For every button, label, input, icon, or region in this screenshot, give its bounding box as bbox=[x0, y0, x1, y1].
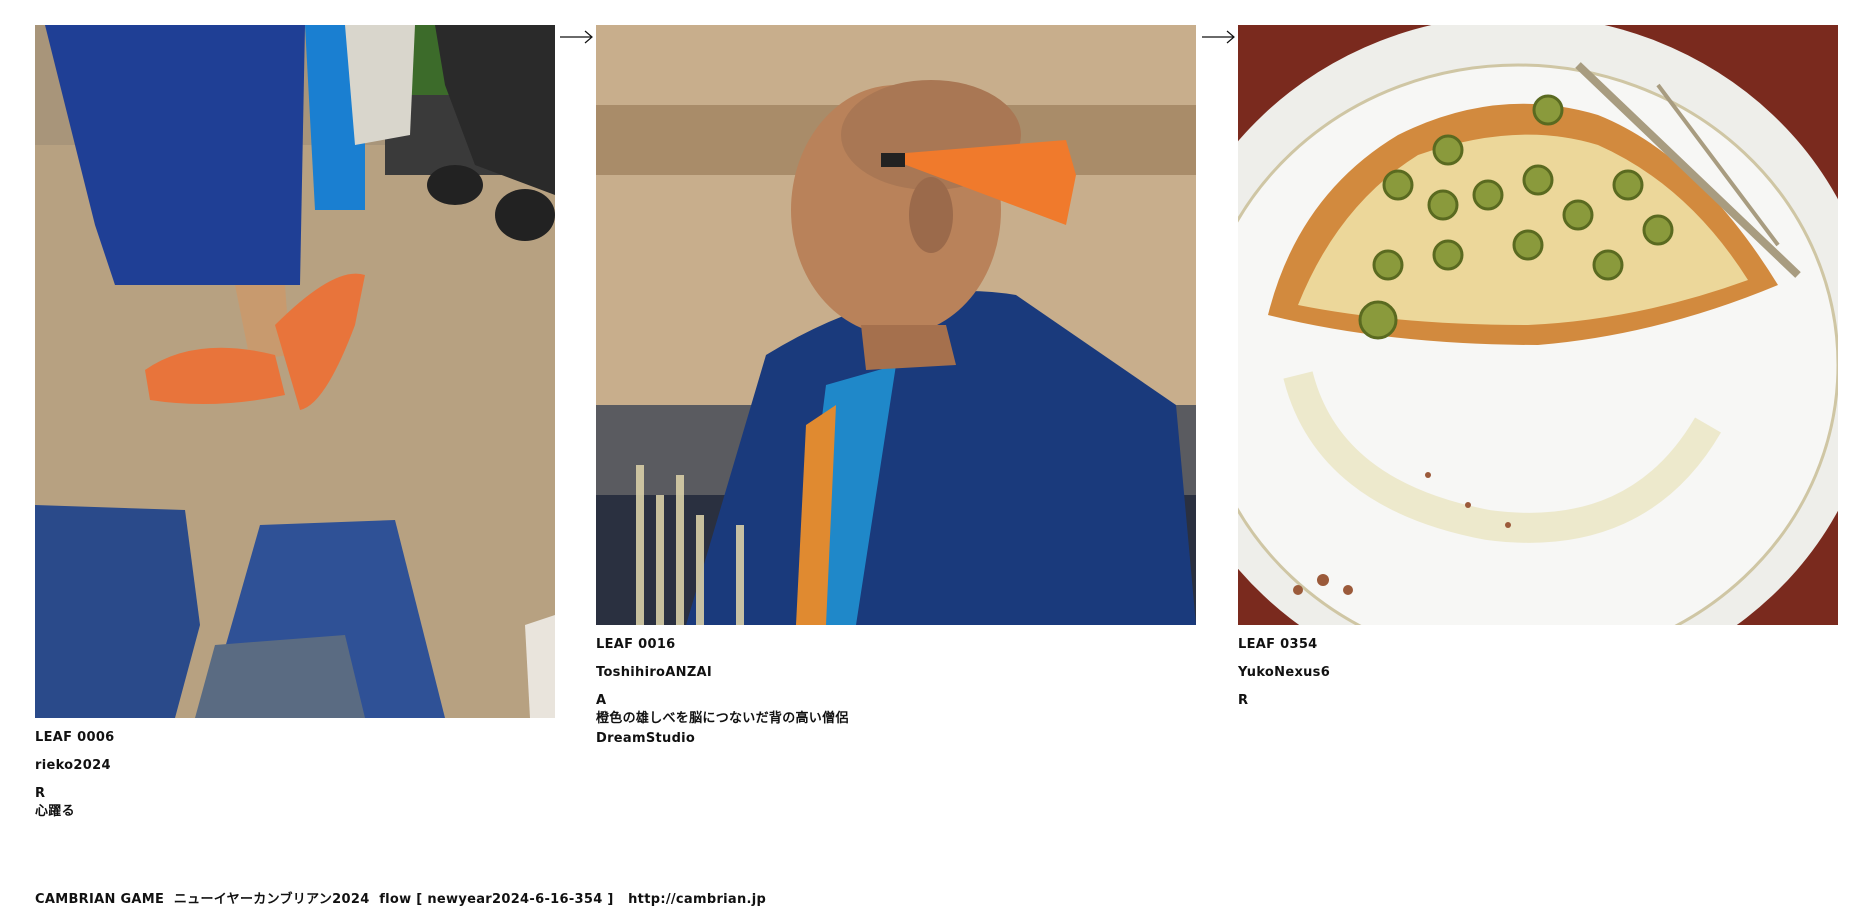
footer-brand: CAMBRIAN GAME bbox=[35, 892, 165, 907]
footer: CAMBRIAN GAME ニューイヤーカンブリアン2024 flow [ ne… bbox=[35, 888, 766, 907]
leaf-tag: R bbox=[1238, 693, 1249, 708]
leaf-tag: R bbox=[35, 786, 46, 801]
leaf-number: LEAF 0354 bbox=[1238, 637, 1318, 652]
leaf-card-0006: LEAF 0006 rieko2024 R 心躍る bbox=[35, 25, 555, 822]
caption-tool: DreamStudio bbox=[596, 731, 696, 746]
leaf-number: LEAF 0016 bbox=[596, 637, 676, 652]
caption-line: 橙色の雄しべを脳につないだ背の高い僧侶 bbox=[596, 711, 849, 726]
leaf-card-0354: LEAF 0354 YukoNexus6 R bbox=[1238, 25, 1838, 709]
photo-monk[interactable] bbox=[596, 25, 1196, 625]
author-name[interactable]: ToshihiroANZAI bbox=[596, 665, 1196, 681]
author-name[interactable]: YukoNexus6 bbox=[1238, 665, 1838, 681]
author-name[interactable]: rieko2024 bbox=[35, 758, 555, 774]
arrow-right-icon bbox=[560, 29, 594, 44]
footer-flow: flow [ newyear2024-6-16-354 ] bbox=[379, 892, 614, 907]
photo-sneakers[interactable] bbox=[35, 25, 555, 718]
leaf-tag: A bbox=[596, 693, 607, 708]
arrow-right-icon bbox=[1202, 29, 1236, 44]
photo-pizza[interactable] bbox=[1238, 25, 1838, 625]
caption-line: 心躍る bbox=[35, 804, 75, 819]
leaf-number: LEAF 0006 bbox=[35, 730, 115, 745]
footer-url-link[interactable]: http://cambrian.jp bbox=[628, 892, 766, 907]
footer-event: ニューイヤーカンブリアン2024 bbox=[173, 892, 370, 907]
leaf-card-0016: LEAF 0016 ToshihiroANZAI A 橙色の雄しべを脳につないだ… bbox=[596, 25, 1196, 749]
